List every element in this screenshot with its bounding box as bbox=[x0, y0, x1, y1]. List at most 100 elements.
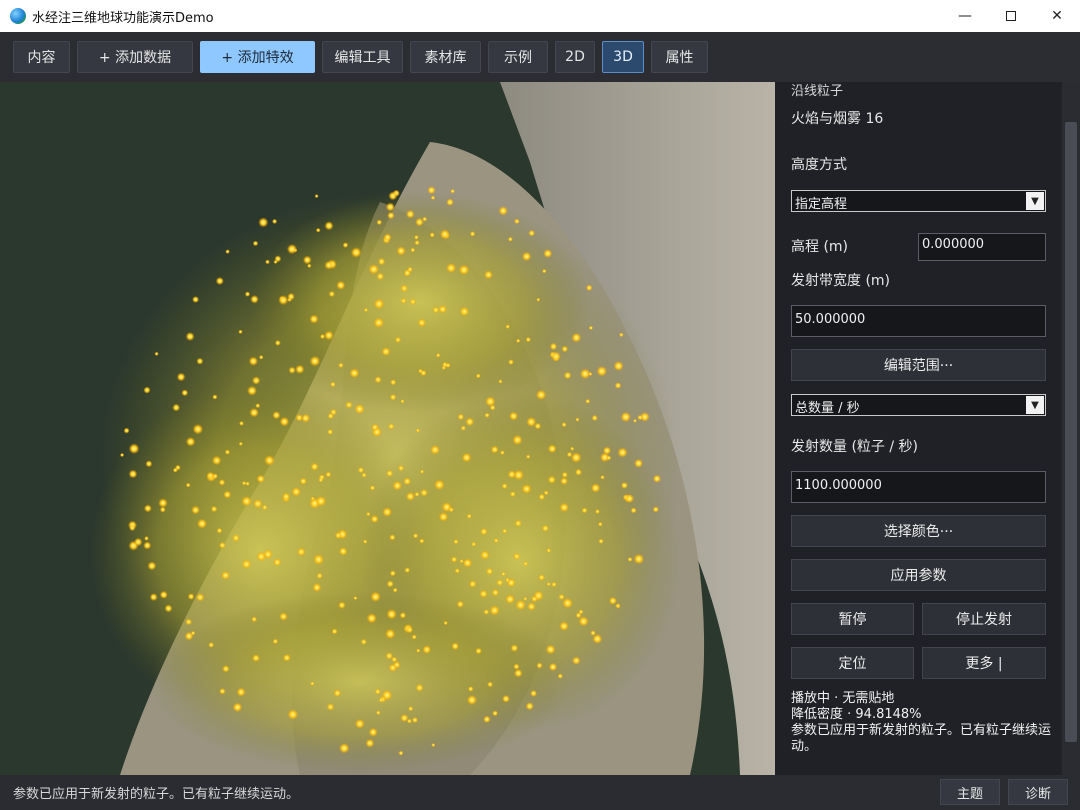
particle bbox=[510, 644, 519, 652]
rate-mode-select[interactable]: 总数量 / 秒 ▼ bbox=[791, 394, 1046, 416]
particle bbox=[368, 264, 380, 275]
particle bbox=[357, 466, 365, 474]
particle bbox=[633, 418, 637, 423]
particle bbox=[562, 597, 573, 609]
particle bbox=[409, 298, 417, 305]
mode-3d-button[interactable]: 3D bbox=[602, 41, 644, 73]
scene-canvas[interactable] bbox=[0, 82, 775, 775]
stop-emit-button[interactable]: 停止发射 bbox=[922, 603, 1046, 635]
properties-button[interactable]: 属性 bbox=[651, 41, 708, 73]
smoke-cloud bbox=[90, 192, 680, 772]
particle bbox=[159, 590, 168, 599]
particle bbox=[600, 475, 605, 480]
particle bbox=[382, 507, 393, 517]
particle bbox=[561, 422, 567, 428]
particle bbox=[236, 687, 246, 697]
particle bbox=[429, 232, 435, 238]
band-width-input[interactable]: 50.000000 bbox=[791, 305, 1046, 337]
particle bbox=[467, 686, 474, 692]
particle bbox=[314, 194, 319, 199]
panel-scrollbar[interactable] bbox=[1062, 82, 1080, 775]
chevron-down-icon: ▼ bbox=[1026, 396, 1044, 414]
particle bbox=[129, 524, 136, 532]
particle bbox=[327, 428, 334, 435]
particle bbox=[615, 603, 621, 609]
particle bbox=[282, 653, 291, 662]
window-controls: — ✕ bbox=[942, 0, 1080, 32]
particle bbox=[415, 683, 424, 692]
particle bbox=[376, 272, 385, 281]
mode-2d-button[interactable]: 2D bbox=[555, 41, 595, 73]
close-button[interactable]: ✕ bbox=[1034, 0, 1080, 32]
particle bbox=[224, 449, 231, 455]
height-mode-value: 指定高程 bbox=[795, 197, 848, 212]
particle bbox=[571, 332, 582, 343]
particle bbox=[525, 336, 532, 343]
particle bbox=[252, 376, 261, 385]
particle bbox=[491, 588, 500, 597]
particle bbox=[274, 339, 281, 346]
theme-button[interactable]: 主题 bbox=[940, 779, 1000, 805]
edit-tools-button[interactable]: 编辑工具 bbox=[322, 41, 403, 73]
height-mode-select[interactable]: 指定高程 ▼ bbox=[791, 190, 1046, 212]
particle bbox=[546, 582, 551, 587]
particle bbox=[195, 593, 205, 602]
minimize-button[interactable]: — bbox=[942, 0, 988, 32]
particle bbox=[411, 634, 417, 640]
add-data-button[interactable]: + 添加数据 bbox=[77, 41, 193, 73]
particle bbox=[133, 537, 143, 547]
particle bbox=[120, 452, 125, 458]
content-button[interactable]: 内容 bbox=[13, 41, 70, 73]
particle bbox=[338, 546, 348, 556]
particle bbox=[196, 518, 208, 529]
particle bbox=[585, 398, 591, 404]
particle bbox=[400, 297, 407, 304]
scrollbar-thumb[interactable] bbox=[1065, 122, 1077, 742]
particle bbox=[313, 554, 325, 565]
particle bbox=[551, 581, 557, 588]
particle bbox=[386, 608, 397, 620]
particle bbox=[446, 262, 457, 274]
particle bbox=[265, 259, 270, 265]
emit-count-input[interactable]: 1100.000000 bbox=[791, 471, 1046, 503]
particle bbox=[484, 270, 493, 280]
particle bbox=[549, 342, 558, 351]
diagnose-button[interactable]: 诊断 bbox=[1008, 779, 1068, 805]
globe-viewport[interactable] bbox=[0, 82, 775, 775]
apply-params-button[interactable]: 应用参数 bbox=[791, 559, 1046, 591]
particle bbox=[458, 264, 470, 276]
particle bbox=[258, 217, 269, 228]
more-button[interactable]: 更多 | bbox=[922, 647, 1046, 679]
particle bbox=[620, 411, 632, 423]
particle bbox=[427, 186, 436, 195]
particle bbox=[606, 455, 612, 461]
particle bbox=[535, 389, 547, 401]
choose-color-button[interactable]: 选择颜色··· bbox=[791, 515, 1046, 547]
particle bbox=[282, 492, 291, 501]
particle bbox=[315, 227, 321, 233]
examples-button[interactable]: 示例 bbox=[488, 41, 548, 73]
material-library-button[interactable]: 素材库 bbox=[410, 41, 481, 73]
add-effect-button[interactable]: + 添加特效 bbox=[200, 41, 315, 73]
particle bbox=[652, 506, 659, 513]
edit-range-button[interactable]: 编辑范围··· bbox=[791, 349, 1046, 381]
particle bbox=[185, 618, 193, 626]
particle bbox=[416, 648, 421, 653]
window-title: 水经注三维地球功能演示Demo bbox=[32, 10, 214, 26]
particle bbox=[588, 372, 593, 376]
particle bbox=[469, 231, 476, 237]
particle bbox=[250, 295, 259, 304]
particle bbox=[350, 247, 362, 258]
elevation-input[interactable]: 0.000000 bbox=[918, 233, 1046, 261]
pause-button[interactable]: 暂停 bbox=[791, 603, 914, 635]
particle bbox=[375, 710, 381, 716]
particle bbox=[176, 372, 186, 382]
particle bbox=[548, 662, 558, 672]
particle bbox=[218, 479, 226, 486]
particle bbox=[216, 527, 223, 534]
playback-status: 播放中 · 无需贴地 bbox=[791, 691, 895, 706]
particle bbox=[523, 561, 528, 566]
maximize-button[interactable] bbox=[988, 0, 1034, 32]
locate-button[interactable]: 定位 bbox=[791, 647, 914, 679]
particle bbox=[279, 612, 288, 621]
